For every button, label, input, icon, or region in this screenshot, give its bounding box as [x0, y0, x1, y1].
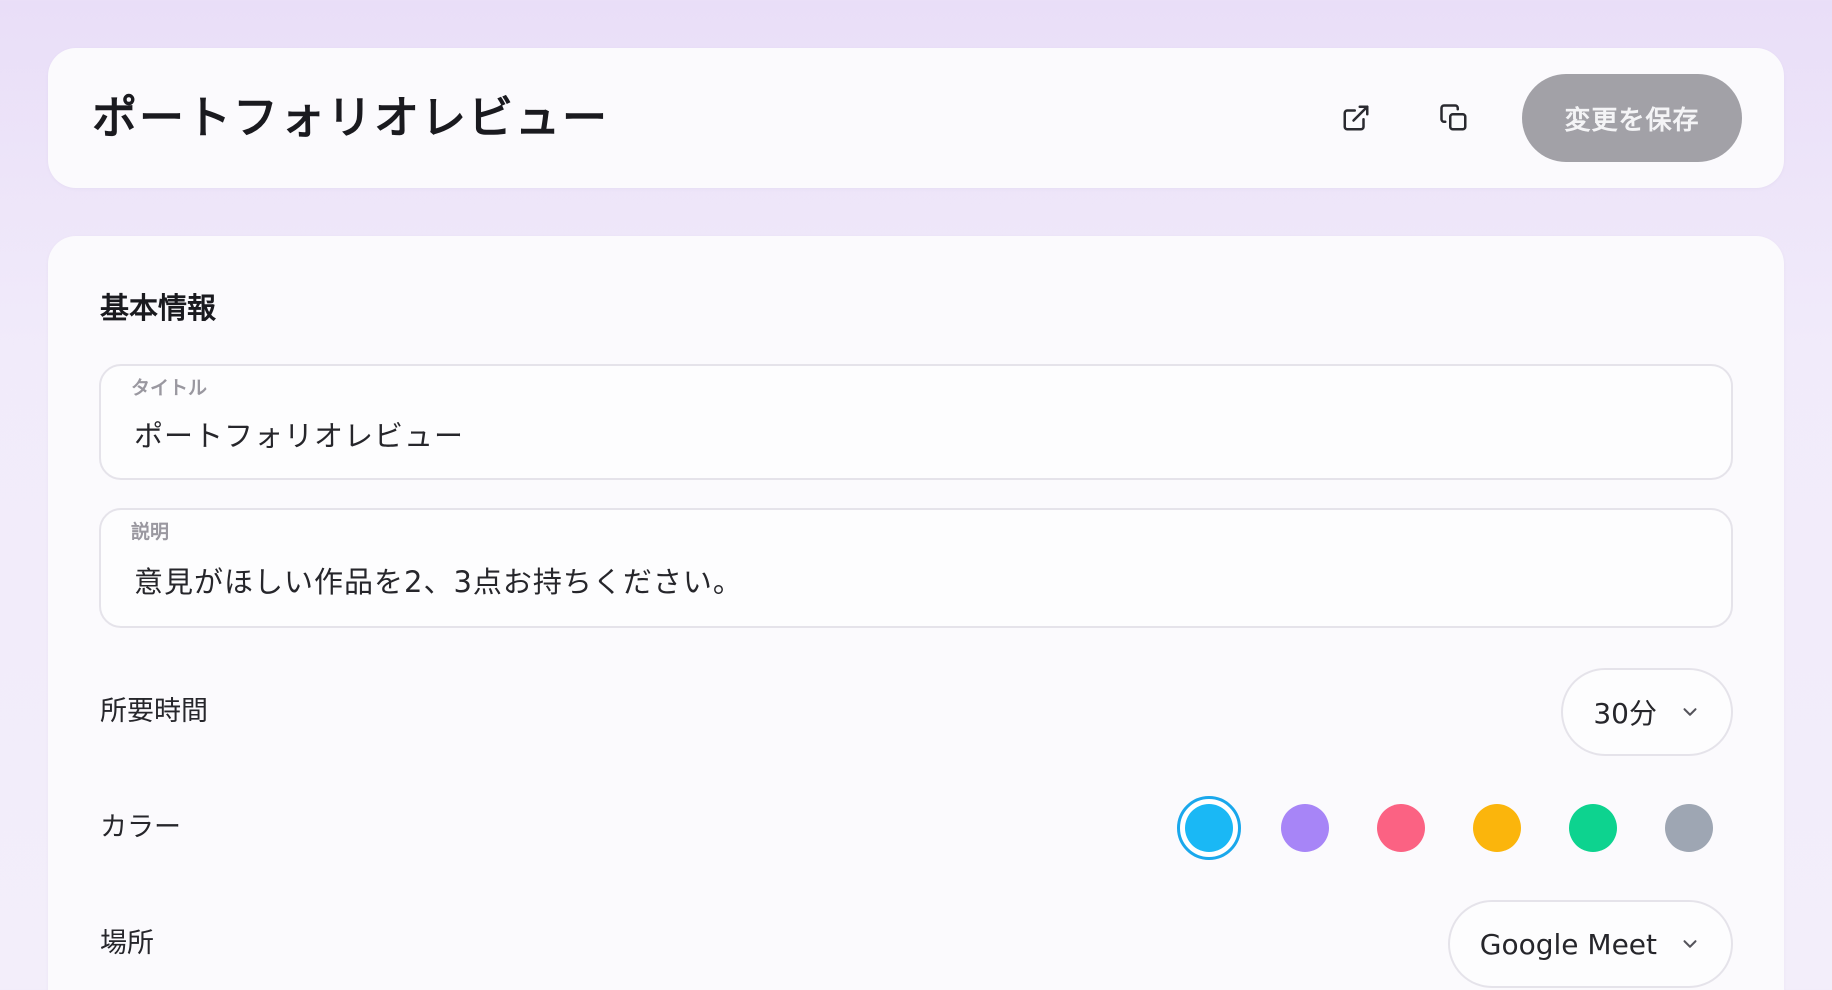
color-swatch[interactable]: [1569, 804, 1617, 852]
page-title: ポートフォリオレビュー: [92, 91, 610, 144]
external-link-icon: [1343, 105, 1369, 131]
copy-icon: [1440, 104, 1467, 131]
chevron-down-icon: [1683, 708, 1697, 716]
description-field[interactable]: 説明 意見がほしい作品を2、3点お持ちください。: [99, 508, 1733, 628]
description-field-value[interactable]: 意見がほしい作品を2、3点お持ちください。: [134, 562, 743, 602]
duration-value: 30分: [1593, 697, 1657, 730]
color-swatch[interactable]: [1281, 804, 1329, 852]
color-label: カラー: [100, 812, 181, 843]
duration-label: 所要時間: [100, 696, 208, 727]
color-swatch[interactable]: [1473, 804, 1521, 852]
chevron-down-icon: [1683, 940, 1697, 948]
location-value: Google Meet: [1479, 927, 1657, 961]
copy-button[interactable]: [1428, 92, 1480, 144]
header-bar: ポートフォリオレビュー 変更を保存: [48, 48, 1784, 188]
open-external-button[interactable]: [1330, 92, 1382, 144]
location-select[interactable]: Google Meet: [1447, 900, 1733, 988]
section-title: 基本情報: [100, 291, 217, 325]
title-field-label: タイトル: [131, 377, 208, 399]
title-field-value[interactable]: ポートフォリオレビュー: [134, 416, 464, 456]
color-swatch[interactable]: [1177, 796, 1241, 860]
color-swatch[interactable]: [1665, 804, 1713, 852]
save-changes-button[interactable]: 変更を保存: [1522, 74, 1742, 162]
title-field[interactable]: タイトル ポートフォリオレビュー: [99, 364, 1733, 480]
duration-select[interactable]: 30分: [1561, 668, 1733, 756]
description-field-label: 説明: [131, 521, 170, 543]
location-label: 場所: [100, 928, 154, 959]
color-swatch[interactable]: [1377, 804, 1425, 852]
basic-info-card: 基本情報 タイトル ポートフォリオレビュー 説明 意見がほしい作品を2、3点お持…: [48, 236, 1784, 990]
